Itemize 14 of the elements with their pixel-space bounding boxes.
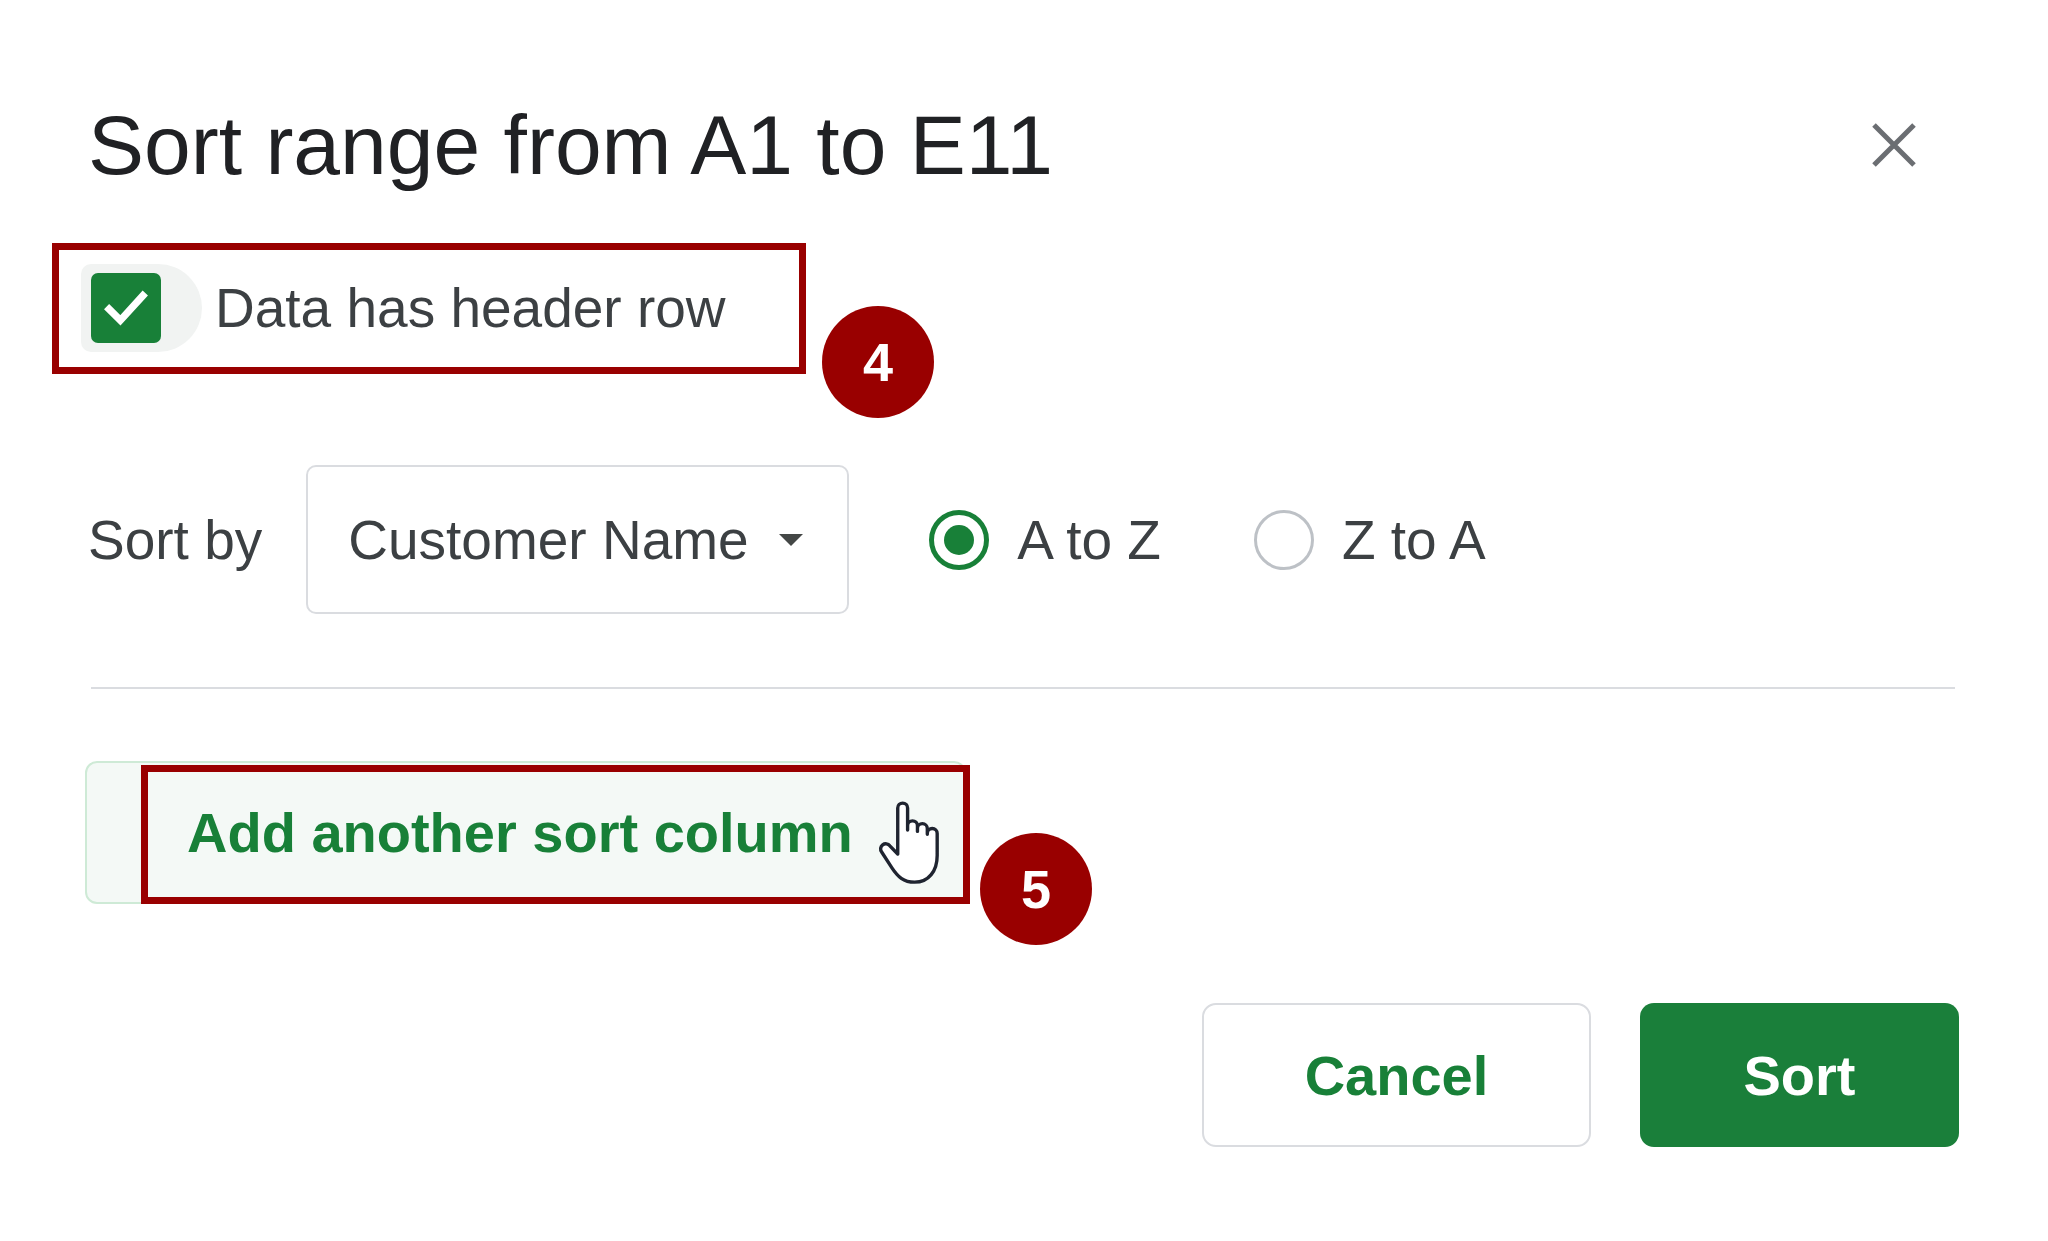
checkbox[interactable] (91, 273, 161, 343)
callout-number: 5 (980, 833, 1092, 945)
dialog-title: Sort range from A1 to E11 (88, 98, 1053, 192)
checkbox-label: Data has header row (215, 276, 726, 340)
radio-label: Z to A (1341, 507, 1486, 572)
callout-number: 4 (822, 306, 934, 418)
sort-button[interactable]: Sort (1640, 1003, 1959, 1147)
caret-icon (778, 533, 803, 546)
hand-cursor-icon (878, 799, 940, 885)
radio-label: A to Z (1017, 507, 1161, 572)
close-icon (1871, 122, 1917, 168)
cancel-button[interactable]: Cancel (1202, 1003, 1591, 1147)
column-dropdown[interactable]: Customer Name (306, 465, 850, 614)
sort-by-label: Sort by (88, 507, 263, 572)
